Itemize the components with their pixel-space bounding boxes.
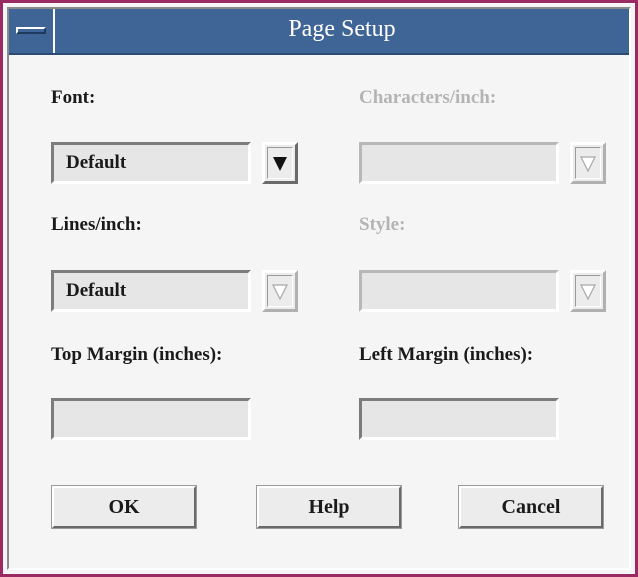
- ok-button-label: OK: [108, 496, 140, 518]
- style-select: [359, 270, 559, 312]
- font-dropdown-button[interactable]: [262, 142, 298, 184]
- top-margin-label: Top Margin (inches):: [51, 344, 223, 365]
- help-button-label: Help: [308, 496, 350, 518]
- cancel-button[interactable]: Cancel: [458, 485, 604, 529]
- triangle-down-icon: [273, 157, 287, 171]
- page-setup-dialog: Page Setup Font: Characters/inch: Defaul…: [0, 0, 638, 577]
- help-button[interactable]: Help: [256, 485, 402, 529]
- triangle-down-icon: [580, 156, 596, 172]
- top-margin-input[interactable]: [51, 398, 251, 440]
- lines-per-inch-select[interactable]: Default: [51, 270, 251, 312]
- lines-per-inch-dropdown-button: [262, 270, 298, 312]
- triangle-down-icon: [272, 284, 288, 300]
- ok-button[interactable]: OK: [51, 485, 197, 529]
- cancel-button-label: Cancel: [501, 496, 561, 518]
- font-label: Font:: [51, 87, 96, 108]
- left-margin-input[interactable]: [359, 398, 559, 440]
- triangle-down-icon: [580, 284, 596, 300]
- system-menu-icon: [16, 27, 46, 34]
- style-label: Style:: [359, 214, 406, 235]
- font-select[interactable]: Default: [51, 142, 251, 184]
- characters-per-inch-select: [359, 142, 559, 184]
- characters-per-inch-dropdown-button: [570, 142, 606, 184]
- title-bar[interactable]: Page Setup: [9, 9, 629, 55]
- lines-per-inch-label: Lines/inch:: [51, 214, 142, 235]
- left-margin-label: Left Margin (inches):: [359, 344, 534, 365]
- characters-per-inch-label: Characters/inch:: [359, 87, 497, 108]
- system-menu-button[interactable]: [9, 9, 55, 53]
- window-title: Page Setup: [288, 16, 396, 42]
- style-dropdown-button: [570, 270, 606, 312]
